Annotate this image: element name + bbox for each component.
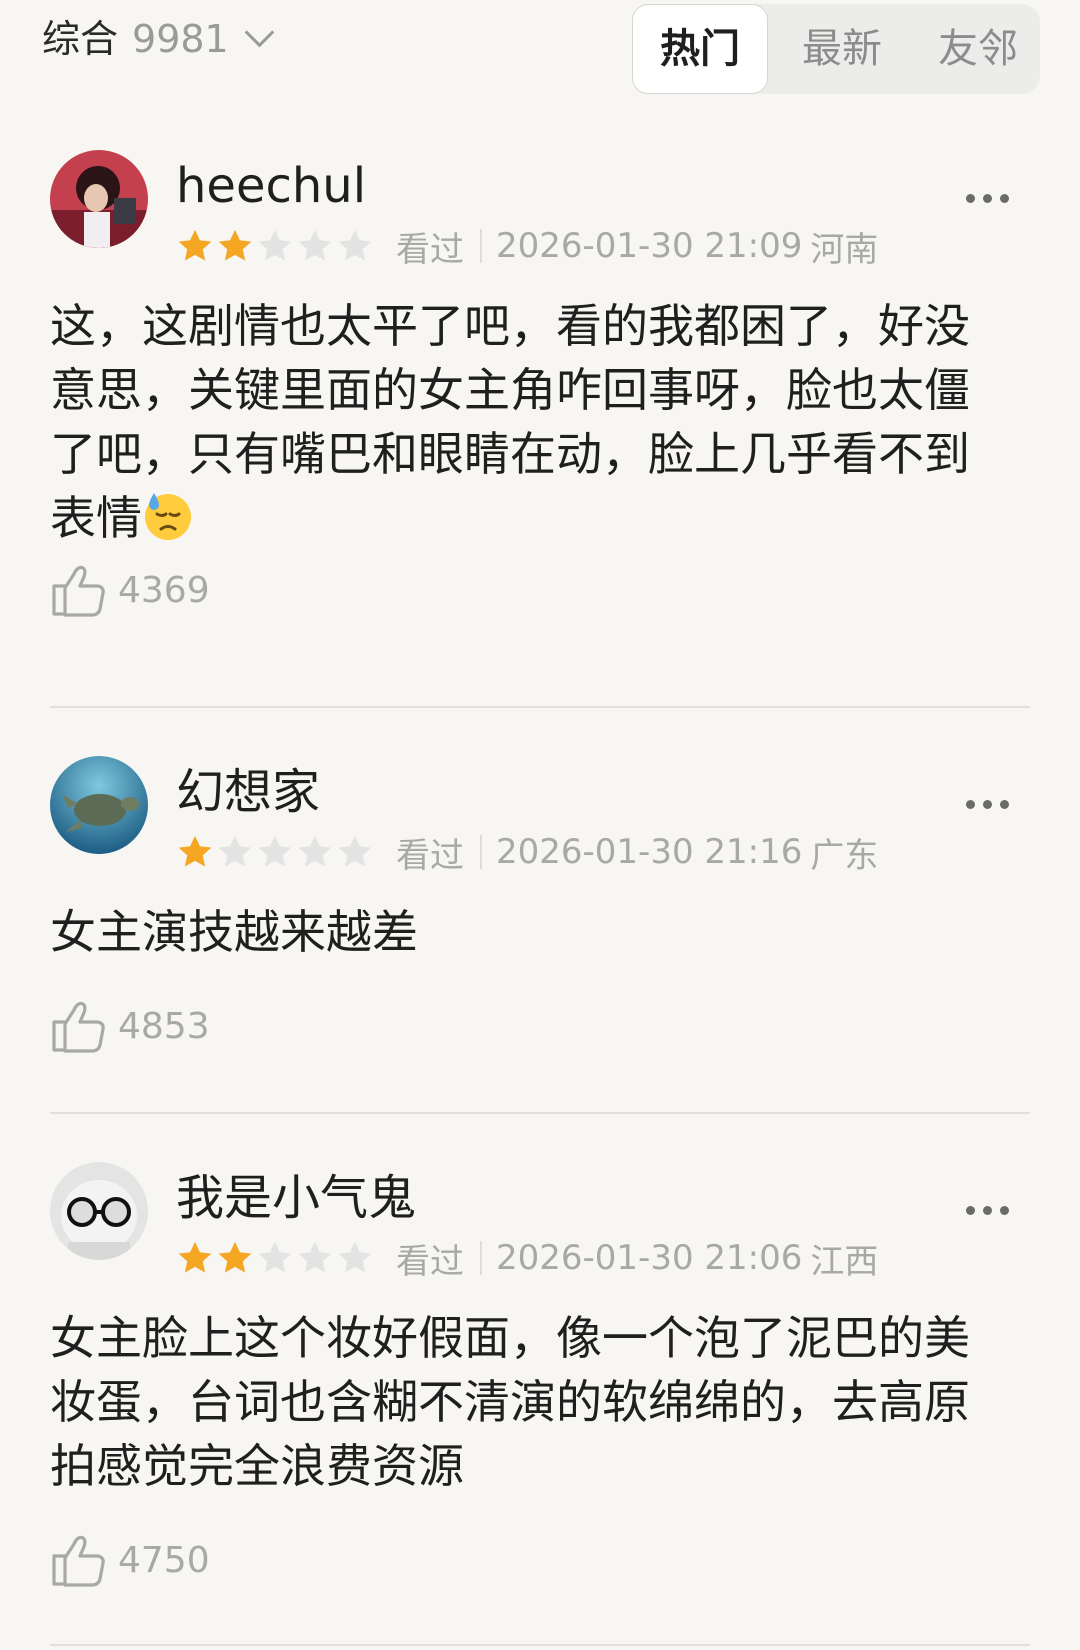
avatar[interactable] <box>50 756 148 854</box>
like-button[interactable]: 4369 <box>50 562 210 618</box>
star-empty-icon <box>256 833 294 871</box>
comment-meta: 看过 2026-01-30 21:06 江西 <box>176 1234 878 1282</box>
thumbs-up-icon <box>50 998 106 1054</box>
avatar[interactable] <box>50 150 148 248</box>
star-empty-icon <box>336 227 374 265</box>
star-empty-icon <box>296 1239 334 1277</box>
comment-region: 江西 <box>810 1241 879 1282</box>
like-count: 4853 <box>118 1005 210 1047</box>
star-filled-icon <box>176 833 214 871</box>
watch-status: 看过 <box>396 1241 464 1282</box>
thumbs-up-icon <box>50 1532 106 1588</box>
sort-dropdown[interactable]: 综合 9981 <box>42 14 275 64</box>
star-filled-icon <box>216 1239 254 1277</box>
sort-label: 综合 <box>42 17 119 61</box>
rating-stars <box>176 227 374 265</box>
like-button[interactable]: 4853 <box>50 998 210 1054</box>
comment-datetime: 2026-01-30 21:09 <box>496 226 803 266</box>
watch-status: 看过 <box>396 229 464 270</box>
star-empty-icon <box>296 833 334 871</box>
like-button[interactable]: 4750 <box>50 1532 210 1588</box>
star-empty-icon <box>256 227 294 265</box>
comment-divider <box>50 1112 1030 1114</box>
tab-hot[interactable]: 热门 <box>632 4 768 94</box>
comment-datetime: 2026-01-30 21:06 <box>496 1238 803 1278</box>
star-empty-icon <box>216 833 254 871</box>
chevron-down-icon[interactable] <box>244 17 275 47</box>
username[interactable]: 我是小气鬼 <box>176 1168 416 1228</box>
comment-region: 广东 <box>810 835 879 876</box>
star-filled-icon <box>176 227 214 265</box>
divider <box>480 835 482 869</box>
rating-stars <box>176 1239 374 1277</box>
star-filled-icon <box>176 1239 214 1277</box>
comment-text: 女主脸上这个妆好假面，像一个泡了泥巴的美妆蛋，台词也含糊不清演的软绵绵的，去高原… <box>50 1306 1010 1498</box>
more-options-icon[interactable] <box>966 194 1009 203</box>
divider <box>480 229 482 263</box>
comment-meta: 看过 2026-01-30 21:16 广东 <box>176 828 878 876</box>
comment-meta: 看过 2026-01-30 21:09 河南 <box>176 222 878 270</box>
star-empty-icon <box>296 227 334 265</box>
rating-stars <box>176 833 374 871</box>
divider <box>480 1241 482 1275</box>
comment-divider <box>50 1644 1030 1646</box>
comment-datetime: 2026-01-30 21:16 <box>496 832 803 872</box>
comment-region: 河南 <box>810 229 879 270</box>
star-empty-icon <box>336 833 374 871</box>
tab-latest[interactable]: 最新 <box>782 4 902 94</box>
star-filled-icon <box>216 227 254 265</box>
watch-status: 看过 <box>396 835 464 876</box>
comment-count: 9981 <box>132 17 229 61</box>
comment-divider <box>50 706 1030 708</box>
comment-body: 女主脸上这个妆好假面，像一个泡了泥巴的美妆蛋，台词也含糊不清演的软绵绵的，去高原… <box>50 1311 970 1493</box>
comment-text: 女主演技越来越差 <box>50 900 1010 964</box>
avatar[interactable] <box>50 1162 148 1260</box>
username[interactable]: 幻想家 <box>176 762 320 822</box>
filter-tabs: 热门 最新 友邻 <box>632 4 1040 94</box>
username[interactable]: heechul <box>176 156 366 216</box>
downcast-sweat-face-emoji <box>142 490 194 558</box>
thumbs-up-icon <box>50 562 106 618</box>
more-options-icon[interactable] <box>966 1206 1009 1215</box>
tab-friends[interactable]: 友邻 <box>918 4 1038 94</box>
comment-body: 女主演技越来越差 <box>50 905 418 959</box>
star-empty-icon <box>256 1239 294 1277</box>
like-count: 4369 <box>118 569 210 611</box>
more-options-icon[interactable] <box>966 800 1009 809</box>
comments-header: 综合 9981 热门 最新 友邻 <box>0 0 1080 100</box>
comment-text: 这，这剧情也太平了吧，看的我都困了，好没意思，关键里面的女主角咋回事呀，脸也太僵… <box>50 294 1010 558</box>
star-empty-icon <box>336 1239 374 1277</box>
like-count: 4750 <box>118 1539 210 1581</box>
